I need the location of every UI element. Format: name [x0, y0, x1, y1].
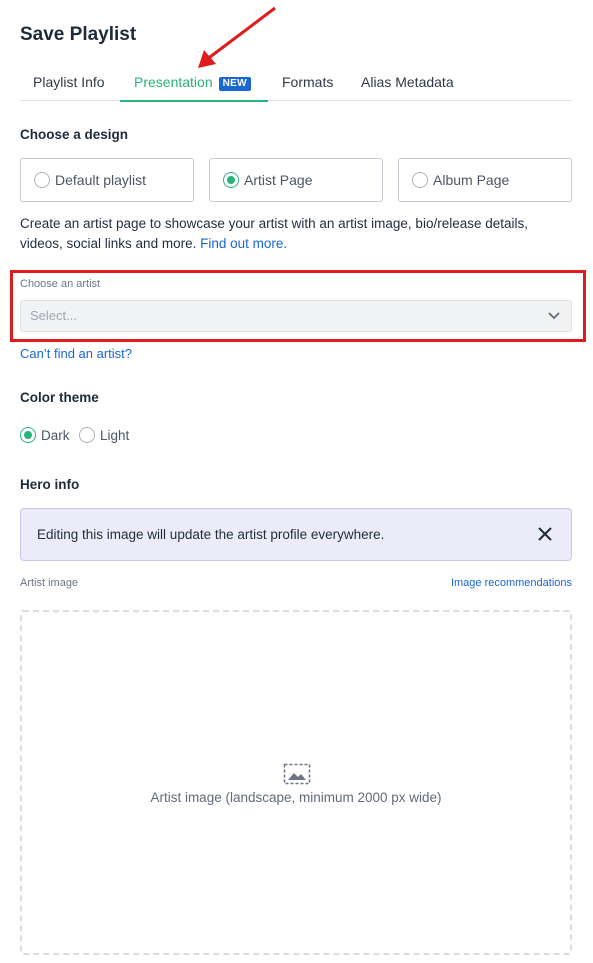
artist-image-label: Artist image	[20, 577, 79, 589]
design-option-default-playlist[interactable]: Default playlist	[20, 158, 194, 202]
theme-option-label: Light	[100, 427, 130, 443]
tab-alias-metadata[interactable]: Alias Metadata	[350, 64, 470, 101]
dropzone-text: Artist image (landscape, minimum 2000 px…	[150, 790, 442, 805]
cant-find-artist-link[interactable]: Can’t find an artist?	[20, 346, 132, 361]
hero-info-heading: Hero info	[20, 477, 80, 492]
artist-select[interactable]: Select...	[20, 300, 572, 332]
design-description: Create an artist page to showcase your a…	[20, 214, 572, 254]
notice-text: Editing this image will update the artis…	[37, 527, 385, 542]
design-option-album-page[interactable]: Album Page	[398, 158, 572, 202]
design-option-artist-page[interactable]: Artist Page	[209, 158, 383, 202]
page-title: Save Playlist	[20, 24, 137, 45]
radio-light[interactable]	[79, 427, 95, 443]
tab-bar: Playlist Info Presentation NEW Formats Al…	[20, 64, 572, 102]
find-out-more-link[interactable]: Find out more.	[200, 236, 287, 251]
image-placeholder-icon	[283, 763, 311, 785]
tab-presentation-label: Presentation	[134, 74, 213, 90]
tab-playlist-info[interactable]: Playlist Info	[20, 64, 120, 101]
artist-select-placeholder: Select...	[30, 308, 77, 323]
choose-artist-label: Choose an artist	[20, 278, 101, 290]
info-notice: Editing this image will update the artis…	[20, 508, 572, 561]
radio-default-playlist[interactable]	[34, 172, 50, 188]
image-recommendations-link[interactable]: Image recommendations	[451, 577, 572, 589]
artist-image-dropzone[interactable]: Artist image (landscape, minimum 2000 px…	[20, 610, 572, 955]
theme-option-dark[interactable]: Dark	[20, 427, 70, 443]
theme-option-label: Dark	[41, 427, 70, 443]
design-option-label: Default playlist	[55, 172, 147, 188]
choose-design-heading: Choose a design	[20, 127, 129, 142]
radio-artist-page[interactable]	[223, 172, 239, 188]
theme-option-light[interactable]: Light	[79, 427, 129, 443]
design-option-label: Album Page	[433, 172, 510, 188]
close-icon[interactable]	[538, 527, 552, 541]
radio-album-page[interactable]	[412, 172, 428, 188]
color-theme-heading: Color theme	[20, 390, 99, 405]
radio-dark[interactable]	[20, 427, 36, 443]
new-badge: NEW	[218, 77, 251, 91]
chevron-down-icon	[548, 312, 560, 320]
tab-presentation[interactable]: Presentation NEW	[120, 64, 268, 102]
tab-formats[interactable]: Formats	[272, 64, 342, 101]
design-option-label: Artist Page	[244, 172, 313, 188]
